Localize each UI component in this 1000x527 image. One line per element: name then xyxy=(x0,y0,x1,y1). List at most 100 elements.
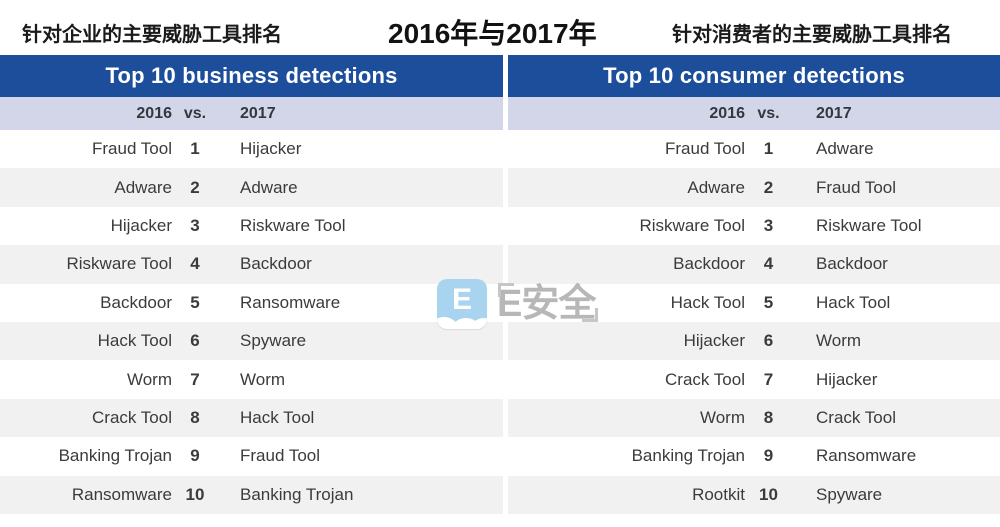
cell-rank: 8 xyxy=(172,398,218,438)
table-header-row: 2016 vs. 2017 xyxy=(508,97,1000,130)
table-row: Hijacker 3 Riskware Tool xyxy=(0,206,503,246)
top-caption-bar: 针对企业的主要威胁工具排名 2016年与2017年 针对消费者的主要威胁工具排名 xyxy=(0,0,1000,55)
table-row: Riskware Tool 4 Backdoor xyxy=(0,245,503,284)
column-header-2017: 2017 xyxy=(792,97,1000,130)
table-row: Backdoor 4 Backdoor xyxy=(508,245,1000,284)
cell-2016: Adware xyxy=(0,168,172,207)
cell-2016: Crack Tool xyxy=(0,398,172,438)
cell-2016: Riskware Tool xyxy=(0,245,172,284)
cell-rank: 3 xyxy=(172,206,218,246)
consumer-detections-panel: Top 10 consumer detections 2016 vs. 2017… xyxy=(508,55,1000,527)
consumer-detections-table: 2016 vs. 2017 Fraud Tool 1 Adware Adware 2 F… xyxy=(508,97,1000,514)
cell-rank: 10 xyxy=(745,475,792,514)
table-header-row: 2016 vs. 2017 xyxy=(0,97,503,130)
detections-panels: Top 10 business detections 2016 vs. 2017… xyxy=(0,55,1000,527)
business-table-body: Fraud Tool 1 Hijacker Adware 2 Adware Hijack… xyxy=(0,130,503,514)
cell-2017: Spyware xyxy=(218,321,503,361)
cell-2016: Riskware Tool xyxy=(508,206,745,246)
table-row: Worm 7 Worm xyxy=(0,360,503,399)
cell-2017: Worm xyxy=(792,321,1000,361)
cell-rank: 9 xyxy=(745,437,792,476)
cell-2017: Backdoor xyxy=(218,245,503,284)
consumer-panel-title: Top 10 consumer detections xyxy=(508,55,1000,97)
business-panel-title: Top 10 business detections xyxy=(0,55,503,97)
cell-2017: Riskware Tool xyxy=(218,206,503,246)
table-row: Crack Tool 8 Hack Tool xyxy=(0,398,503,438)
cell-2017: Banking Trojan xyxy=(218,475,503,514)
cell-2017: Hack Tool xyxy=(792,283,1000,322)
cell-2017: Adware xyxy=(218,168,503,207)
cell-rank: 8 xyxy=(745,398,792,438)
cell-2017: Crack Tool xyxy=(792,398,1000,438)
cell-2017: Spyware xyxy=(792,475,1000,514)
cell-rank: 7 xyxy=(172,360,218,399)
cell-rank: 6 xyxy=(745,321,792,361)
table-row: Ransomware 10 Banking Trojan xyxy=(0,475,503,514)
cell-rank: 1 xyxy=(745,130,792,169)
cell-2016: Fraud Tool xyxy=(0,130,172,169)
table-row: Adware 2 Adware xyxy=(0,168,503,207)
cell-2016: Ransomware xyxy=(0,475,172,514)
cell-2016: Hijacker xyxy=(508,321,745,361)
cell-2017: Fraud Tool xyxy=(218,437,503,476)
table-row: Fraud Tool 1 Adware xyxy=(508,130,1000,169)
table-row: Hijacker 6 Worm xyxy=(508,321,1000,361)
consumer-table-body: Fraud Tool 1 Adware Adware 2 Fraud Tool Risk… xyxy=(508,130,1000,514)
year-comparison-caption: 2016年与2017年 xyxy=(388,18,597,49)
table-row: Worm 8 Crack Tool xyxy=(508,398,1000,438)
cell-rank: 9 xyxy=(172,437,218,476)
cell-2016: Adware xyxy=(508,168,745,207)
table-row: Crack Tool 7 Hijacker xyxy=(508,360,1000,399)
business-detections-table: 2016 vs. 2017 Fraud Tool 1 Hijacker Adware… xyxy=(0,97,503,514)
table-row: Hack Tool 5 Hack Tool xyxy=(508,283,1000,322)
cell-rank: 5 xyxy=(172,283,218,322)
column-header-2017: 2017 xyxy=(218,97,503,130)
cell-2017: Hijacker xyxy=(218,130,503,169)
cell-2016: Backdoor xyxy=(0,283,172,322)
cell-rank: 4 xyxy=(745,245,792,284)
cell-2017: Backdoor xyxy=(792,245,1000,284)
column-header-vs: vs. xyxy=(172,97,218,130)
cell-2017: Ransomware xyxy=(218,283,503,322)
table-row: Riskware Tool 3 Riskware Tool xyxy=(508,206,1000,246)
column-header-2016: 2016 xyxy=(508,97,745,130)
consumer-caption: 针对消费者的主要威胁工具排名 xyxy=(672,24,952,46)
cell-2016: Fraud Tool xyxy=(508,130,745,169)
cell-2017: Riskware Tool xyxy=(792,206,1000,246)
cell-2016: Crack Tool xyxy=(508,360,745,399)
cell-rank: 5 xyxy=(745,283,792,322)
cell-2016: Worm xyxy=(0,360,172,399)
cell-2016: Banking Trojan xyxy=(508,437,745,476)
business-detections-panel: Top 10 business detections 2016 vs. 2017… xyxy=(0,55,503,527)
cell-2016: Worm xyxy=(508,398,745,438)
cell-rank: 10 xyxy=(172,475,218,514)
cell-rank: 3 xyxy=(745,206,792,246)
table-row: Hack Tool 6 Spyware xyxy=(0,321,503,361)
cell-2016: Backdoor xyxy=(508,245,745,284)
cell-2017: Hijacker xyxy=(792,360,1000,399)
table-row: Banking Trojan 9 Ransomware xyxy=(508,437,1000,476)
business-caption: 针对企业的主要威胁工具排名 xyxy=(22,24,282,46)
cell-2016: Rootkit xyxy=(508,475,745,514)
cell-rank: 1 xyxy=(172,130,218,169)
table-row: Backdoor 5 Ransomware xyxy=(0,283,503,322)
cell-2017: Worm xyxy=(218,360,503,399)
cell-2017: Adware xyxy=(792,130,1000,169)
cell-rank: 2 xyxy=(172,168,218,207)
table-row: Banking Trojan 9 Fraud Tool xyxy=(0,437,503,476)
cell-2016: Banking Trojan xyxy=(0,437,172,476)
cell-2017: Fraud Tool xyxy=(792,168,1000,207)
table-row: Fraud Tool 1 Hijacker xyxy=(0,130,503,169)
cell-rank: 4 xyxy=(172,245,218,284)
column-header-2016: 2016 xyxy=(0,97,172,130)
cell-2016: Hack Tool xyxy=(0,321,172,361)
cell-rank: 2 xyxy=(745,168,792,207)
column-header-vs: vs. xyxy=(745,97,792,130)
cell-rank: 6 xyxy=(172,321,218,361)
cell-2017: Hack Tool xyxy=(218,398,503,438)
cell-2016: Hack Tool xyxy=(508,283,745,322)
cell-2016: Hijacker xyxy=(0,206,172,246)
table-row: Adware 2 Fraud Tool xyxy=(508,168,1000,207)
cell-2017: Ransomware xyxy=(792,437,1000,476)
table-row: Rootkit 10 Spyware xyxy=(508,475,1000,514)
